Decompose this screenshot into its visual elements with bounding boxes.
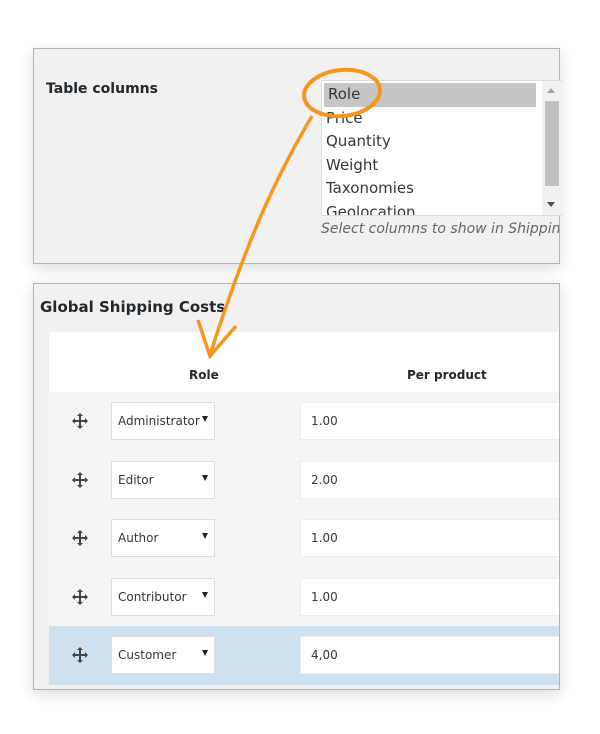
table-row: Author 1.00 (49, 509, 559, 568)
move-icon[interactable] (71, 412, 89, 430)
listbox-scrollbar[interactable] (542, 81, 562, 215)
role-select-value: Author (118, 531, 159, 545)
chevron-down-icon (202, 474, 208, 481)
column-header-role: Role (189, 368, 219, 382)
scroll-thumb[interactable] (545, 101, 559, 186)
table-row: Customer 4,00 (49, 626, 559, 685)
per-product-value: 2.00 (311, 472, 338, 487)
per-product-input[interactable]: 1.00 (300, 577, 559, 616)
chevron-down-icon (202, 591, 208, 598)
role-select-value: Contributor (118, 589, 187, 604)
table-row: Editor 2.00 (49, 450, 559, 509)
per-product-input[interactable]: 4,00 (300, 636, 559, 674)
role-select[interactable]: Customer (111, 636, 215, 674)
role-select-value: Customer (118, 648, 177, 662)
move-icon[interactable] (71, 529, 89, 547)
scroll-down-arrow-icon[interactable] (547, 202, 555, 207)
per-product-value: 1.00 (311, 531, 338, 545)
table-columns-listbox[interactable]: Role Price Quantity Weight Taxonomies Ge… (321, 80, 562, 216)
per-product-input[interactable]: 1.00 (300, 519, 559, 557)
move-icon[interactable] (71, 588, 89, 606)
listbox-option-price[interactable]: Price (322, 107, 562, 131)
move-icon[interactable] (71, 646, 89, 664)
section-title: Global Shipping Costs (40, 298, 226, 316)
role-select[interactable]: Administrator (111, 402, 215, 440)
listbox-option-quantity[interactable]: Quantity (322, 130, 562, 154)
role-select-value: Administrator (118, 414, 200, 428)
table-row: Contributor 1.00 (49, 567, 559, 626)
table-row: Administrator 1.00 (49, 392, 559, 451)
chevron-down-icon (202, 650, 208, 656)
listbox-option-taxonomies[interactable]: Taxonomies (322, 177, 562, 201)
chevron-down-icon (202, 416, 208, 422)
per-product-input[interactable]: 1.00 (300, 402, 559, 440)
role-select-value: Editor (118, 472, 154, 487)
shipping-costs-table: Role Per product Administrator 1.00 Editor… (49, 332, 559, 685)
table-columns-panel: Table columns Role Price Quantity Weight… (33, 48, 562, 264)
column-header-per-product: Per product (407, 368, 487, 382)
listbox-option-geolocation[interactable]: Geolocation (322, 201, 562, 216)
per-product-input[interactable]: 2.00 (300, 460, 559, 499)
role-select[interactable]: Editor (111, 460, 215, 499)
role-select[interactable]: Contributor (111, 577, 215, 616)
chevron-down-icon (202, 533, 208, 539)
per-product-value: 4,00 (311, 648, 338, 662)
table-columns-hint: Select columns to show in Shipping Costs… (321, 221, 559, 237)
move-icon[interactable] (71, 471, 89, 489)
scroll-up-arrow-icon[interactable] (547, 88, 555, 93)
per-product-value: 1.00 (311, 589, 338, 604)
role-select[interactable]: Author (111, 519, 215, 557)
table-columns-label: Table columns (46, 81, 158, 97)
global-shipping-panel: Global Shipping Costs Role Per product A… (33, 283, 560, 690)
listbox-option-weight[interactable]: Weight (322, 154, 562, 178)
per-product-value: 1.00 (311, 414, 338, 428)
table-header: Role Per product (49, 332, 559, 392)
listbox-option-role[interactable]: Role (324, 83, 536, 107)
